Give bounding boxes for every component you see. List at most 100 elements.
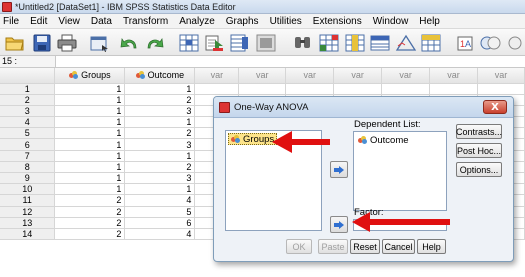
move-to-factor-button[interactable] bbox=[330, 216, 348, 233]
row-number[interactable]: 14 bbox=[0, 228, 56, 241]
ok-button[interactable]: OK bbox=[286, 239, 312, 254]
source-variable-list[interactable]: Groups bbox=[225, 130, 322, 231]
weight-cases-icon[interactable] bbox=[395, 32, 417, 53]
column-header-outcome[interactable]: Outcome bbox=[124, 68, 196, 84]
menu-window[interactable]: Window bbox=[373, 16, 409, 27]
source-item-groups[interactable]: Groups bbox=[228, 133, 278, 145]
menu-transform[interactable]: Transform bbox=[123, 16, 168, 27]
cell-groups[interactable]: 1 bbox=[54, 94, 126, 106]
options-button[interactable]: Options... bbox=[456, 162, 502, 177]
row-number[interactable]: 8 bbox=[0, 161, 56, 174]
menu-utilities[interactable]: Utilities bbox=[270, 16, 302, 27]
cell-empty[interactable] bbox=[238, 83, 287, 95]
menu-graphs[interactable]: Graphs bbox=[226, 16, 259, 27]
menu-file[interactable]: File bbox=[3, 16, 19, 27]
menu-data[interactable]: Data bbox=[91, 16, 112, 27]
cell-outcome[interactable]: 3 bbox=[124, 105, 196, 118]
row-number[interactable]: 4 bbox=[0, 116, 56, 129]
cell-groups[interactable]: 1 bbox=[54, 83, 126, 95]
cell-groups[interactable]: 1 bbox=[54, 116, 126, 129]
cell-outcome[interactable]: 1 bbox=[124, 150, 196, 162]
cell-empty[interactable] bbox=[477, 83, 525, 95]
cell-empty[interactable] bbox=[381, 83, 431, 95]
select-cases-icon[interactable] bbox=[420, 32, 442, 53]
menu-view[interactable]: View bbox=[58, 16, 80, 27]
row-number[interactable]: 6 bbox=[0, 138, 56, 151]
column-header-var[interactable]: var bbox=[238, 68, 287, 84]
row-number[interactable]: 9 bbox=[0, 172, 56, 185]
cell-outcome[interactable]: 4 bbox=[124, 194, 196, 207]
column-header-var[interactable]: var bbox=[333, 68, 383, 84]
column-header-var[interactable]: var bbox=[194, 68, 240, 84]
dialog-titlebar[interactable]: One-Way ANOVA X bbox=[214, 97, 513, 118]
column-header-groups[interactable]: Groups bbox=[54, 68, 126, 84]
insert-variable-icon[interactable] bbox=[344, 32, 366, 53]
paste-button[interactable]: Paste bbox=[318, 239, 348, 254]
contrasts-button[interactable]: Contrasts... bbox=[456, 124, 502, 139]
column-header-var[interactable]: var bbox=[381, 68, 431, 84]
menu-extensions[interactable]: Extensions bbox=[313, 16, 362, 27]
cell-groups[interactable]: 1 bbox=[54, 183, 126, 196]
cell-outcome[interactable]: 1 bbox=[124, 183, 196, 196]
cell-outcome[interactable]: 3 bbox=[124, 138, 196, 151]
cell-outcome[interactable]: 5 bbox=[124, 206, 196, 218]
spellcheck-icon[interactable] bbox=[504, 32, 525, 53]
cell-groups[interactable]: 1 bbox=[54, 127, 126, 140]
cell-outcome[interactable]: 4 bbox=[124, 228, 196, 241]
menu-analyze[interactable]: Analyze bbox=[179, 16, 215, 27]
row-number[interactable]: 11 bbox=[0, 194, 56, 207]
go-to-variable-icon[interactable] bbox=[204, 32, 226, 53]
row-number[interactable]: 3 bbox=[0, 105, 56, 118]
post-hoc-button[interactable]: Post Hoc... bbox=[456, 143, 502, 158]
cell-groups[interactable]: 2 bbox=[54, 217, 126, 229]
redo-icon[interactable] bbox=[144, 32, 166, 53]
use-sets-icon[interactable] bbox=[480, 32, 502, 53]
cell-outcome[interactable]: 2 bbox=[124, 127, 196, 140]
print-icon[interactable] bbox=[56, 32, 78, 53]
menu-edit[interactable]: Edit bbox=[30, 16, 47, 27]
cell-groups[interactable]: 2 bbox=[54, 194, 126, 207]
dialog-recall-icon[interactable] bbox=[89, 32, 111, 53]
split-file-icon[interactable] bbox=[369, 32, 391, 53]
cell-outcome[interactable]: 3 bbox=[124, 172, 196, 185]
dependent-list[interactable]: Outcome bbox=[353, 131, 447, 211]
cell-outcome[interactable]: 1 bbox=[124, 83, 196, 95]
menu-help[interactable]: Help bbox=[419, 16, 440, 27]
corner-cell[interactable] bbox=[0, 68, 56, 84]
cell-outcome[interactable]: 1 bbox=[124, 116, 196, 129]
row-number[interactable]: 1 bbox=[0, 83, 56, 95]
cell-empty[interactable] bbox=[194, 83, 240, 95]
reset-button[interactable]: Reset bbox=[350, 239, 380, 254]
cell-groups[interactable]: 1 bbox=[54, 138, 126, 151]
cell-groups[interactable]: 1 bbox=[54, 172, 126, 185]
move-to-dependent-button[interactable] bbox=[330, 161, 348, 178]
open-folder-icon[interactable] bbox=[4, 32, 26, 53]
cell-groups[interactable]: 2 bbox=[54, 228, 126, 241]
cell-groups[interactable]: 2 bbox=[54, 206, 126, 218]
cell-outcome[interactable]: 2 bbox=[124, 161, 196, 174]
cell-empty[interactable] bbox=[333, 83, 383, 95]
row-number[interactable]: 12 bbox=[0, 206, 56, 218]
cell-empty[interactable] bbox=[285, 83, 335, 95]
help-button[interactable]: Help bbox=[417, 239, 446, 254]
cell-empty[interactable] bbox=[429, 83, 478, 95]
column-header-var[interactable]: var bbox=[429, 68, 478, 84]
insert-cases-icon[interactable] bbox=[318, 32, 340, 53]
cell-outcome[interactable]: 6 bbox=[124, 217, 196, 229]
save-icon[interactable] bbox=[31, 32, 53, 53]
dependent-item-outcome[interactable]: Outcome bbox=[356, 134, 411, 146]
cell-groups[interactable]: 1 bbox=[54, 161, 126, 174]
cell-groups[interactable]: 1 bbox=[54, 150, 126, 162]
close-button[interactable]: X bbox=[483, 100, 507, 114]
row-number[interactable]: 10 bbox=[0, 183, 56, 196]
cell-value-field[interactable] bbox=[55, 56, 525, 67]
cancel-button[interactable]: Cancel bbox=[382, 239, 415, 254]
find-icon[interactable] bbox=[292, 32, 314, 53]
column-header-var[interactable]: var bbox=[477, 68, 525, 84]
cell-outcome[interactable]: 2 bbox=[124, 94, 196, 106]
row-number[interactable]: 13 bbox=[0, 217, 56, 229]
undo-icon[interactable] bbox=[118, 32, 140, 53]
run-descriptives-icon[interactable] bbox=[255, 32, 277, 53]
factor-field[interactable] bbox=[353, 219, 447, 231]
column-header-var[interactable]: var bbox=[285, 68, 335, 84]
